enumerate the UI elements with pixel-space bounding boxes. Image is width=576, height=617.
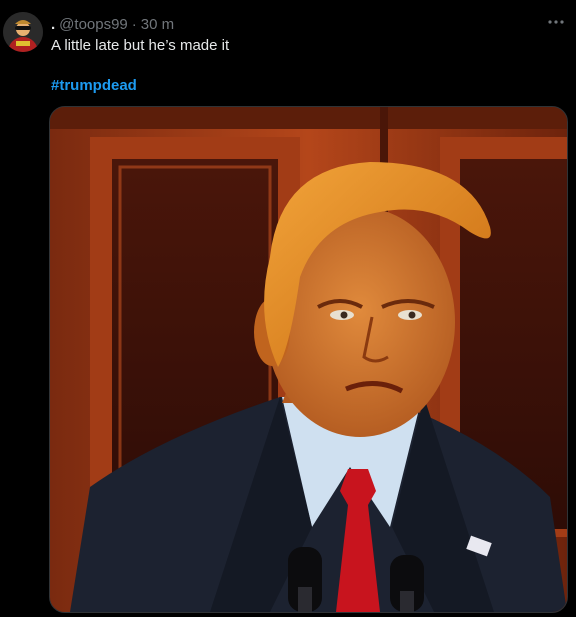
tweet-card[interactable]: . @toops99 · 30 m A little late but he’s… <box>0 0 576 617</box>
tweet-photo[interactable] <box>49 106 568 613</box>
separator-dot: · <box>131 15 137 33</box>
tweet-header: . @toops99 · 30 m <box>51 14 536 34</box>
user-handle[interactable]: @toops99 <box>59 16 128 33</box>
tweet-text: A little late but he’s made it <box>51 37 230 54</box>
more-options-button[interactable] <box>546 12 566 32</box>
display-name[interactable]: . <box>51 16 55 33</box>
more-horizontal-icon <box>548 20 564 24</box>
timestamp[interactable]: 30 m <box>141 16 174 33</box>
avatar[interactable] <box>3 12 43 52</box>
hashtag-link[interactable]: #trumpdead <box>51 76 137 96</box>
photo-illustration <box>50 107 567 612</box>
